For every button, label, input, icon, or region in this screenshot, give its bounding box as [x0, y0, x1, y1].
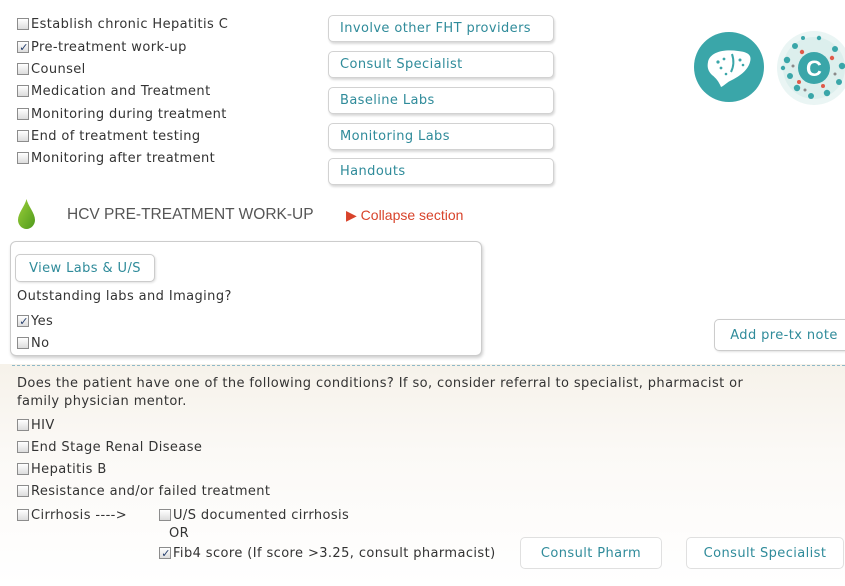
step-label: End of treatment testing	[31, 128, 201, 144]
us-label: U/S documented cirrhosis	[173, 507, 350, 523]
step-medication-and-treatment[interactable]: Medication and Treatment	[17, 82, 211, 100]
checkbox[interactable]	[17, 441, 29, 453]
condition-label: HIV	[31, 417, 55, 433]
condition-label: End Stage Renal Disease	[31, 439, 203, 455]
condition-esrd[interactable]: End Stage Renal Disease	[17, 438, 202, 456]
baseline-labs-button[interactable]: Baseline Labs	[328, 87, 554, 114]
no-label: No	[31, 335, 50, 351]
consult-pharm-button[interactable]: Consult Pharm	[520, 537, 662, 569]
fib4-label: Fib4 score (If score >3.25, consult phar…	[173, 545, 496, 561]
checkbox[interactable]	[17, 63, 29, 75]
collapse-section-link[interactable]: ▶ Collapse section	[346, 207, 463, 224]
checkbox[interactable]	[17, 152, 29, 164]
liver-icon	[694, 32, 764, 102]
triangle-right-icon: ▶	[346, 207, 357, 223]
step-label: Counsel	[31, 61, 86, 77]
conditions-prompt-line2: family physician mentor.	[17, 394, 187, 409]
checkbox[interactable]	[159, 547, 172, 560]
collapse-label: Collapse section	[360, 207, 464, 223]
checkbox[interactable]	[17, 337, 29, 349]
condition-hiv[interactable]: HIV	[17, 416, 55, 434]
labs-yes-option[interactable]: Yes	[17, 312, 53, 330]
conditions-prompt-line1: Does the patient have one of the followi…	[17, 376, 744, 391]
condition-label: Hepatitis B	[31, 461, 107, 477]
step-label: Monitoring after treatment	[31, 150, 216, 166]
checkbox[interactable]	[17, 41, 30, 54]
consult-specialist-button[interactable]: Consult Specialist	[328, 51, 554, 78]
condition-resistance[interactable]: Resistance and/or failed treatment	[17, 482, 270, 500]
view-labs-button[interactable]: View Labs & U/S	[15, 254, 155, 282]
condition-hepatitis-b[interactable]: Hepatitis B	[17, 460, 107, 478]
checkbox[interactable]	[17, 18, 29, 30]
checkbox[interactable]	[159, 509, 171, 521]
step-label: Medication and Treatment	[31, 83, 211, 99]
yes-label: Yes	[31, 313, 54, 329]
hep-c-letter: C	[806, 56, 822, 81]
checkbox[interactable]	[17, 419, 29, 431]
step-label: Establish chronic Hepatitis C	[31, 16, 229, 32]
step-counsel[interactable]: Counsel	[17, 60, 86, 78]
step-label: Pre-treatment work-up	[31, 39, 187, 55]
checkbox[interactable]	[17, 108, 29, 120]
consult-specialist-bottom-button[interactable]: Consult Specialist	[686, 537, 844, 569]
step-pre-treatment-work-up[interactable]: Pre-treatment work-up	[17, 38, 187, 56]
step-establish-chronic-hepatitis-c[interactable]: Establish chronic Hepatitis C	[17, 15, 228, 33]
us-documented-cirrhosis[interactable]: U/S documented cirrhosis	[159, 506, 349, 524]
step-label: Monitoring during treatment	[31, 106, 227, 122]
condition-label: Resistance and/or failed treatment	[31, 483, 271, 499]
hepatitis-c-icon: C	[775, 30, 845, 106]
green-drop-icon	[18, 199, 35, 229]
checkbox[interactable]	[17, 509, 29, 521]
step-monitoring-after-treatment[interactable]: Monitoring after treatment	[17, 149, 215, 167]
condition-label: Cirrhosis ---->	[31, 507, 128, 523]
labs-question: Outstanding labs and Imaging?	[17, 289, 232, 304]
fib4-score[interactable]: Fib4 score (If score >3.25, consult phar…	[159, 544, 496, 562]
step-end-of-treatment-testing[interactable]: End of treatment testing	[17, 127, 201, 145]
checkbox[interactable]	[17, 485, 29, 497]
step-monitoring-during-treatment[interactable]: Monitoring during treatment	[17, 105, 227, 123]
divider	[12, 365, 845, 366]
condition-cirrhosis[interactable]: Cirrhosis ---->	[17, 506, 127, 524]
checkbox[interactable]	[17, 315, 30, 328]
involve-fht-providers-button[interactable]: Involve other FHT providers	[328, 15, 554, 42]
or-label: OR	[169, 526, 190, 541]
section-title: HCV PRE-TREATMENT WORK-UP	[67, 206, 314, 223]
labs-no-option[interactable]: No	[17, 334, 49, 352]
checkbox[interactable]	[17, 130, 29, 142]
checkbox[interactable]	[17, 463, 29, 475]
handouts-button[interactable]: Handouts	[328, 158, 554, 185]
add-pre-tx-note-button[interactable]: Add pre-tx note	[714, 319, 845, 351]
monitoring-labs-button[interactable]: Monitoring Labs	[328, 123, 554, 150]
checkbox[interactable]	[17, 85, 29, 97]
